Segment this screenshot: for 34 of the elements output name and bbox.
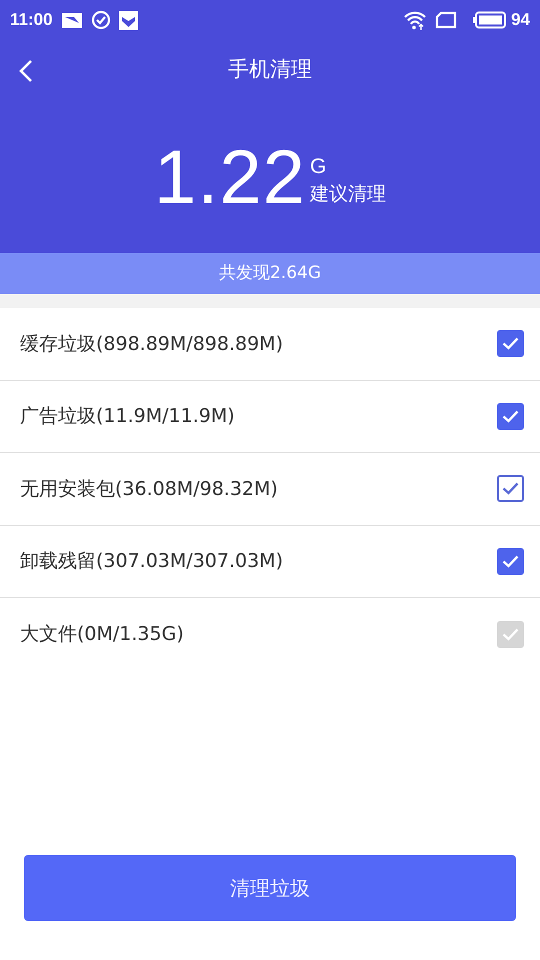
category-label: 大文件(0M/1.35G) (20, 622, 184, 647)
checkmark-icon (502, 482, 519, 496)
category-label: 缓存垃圾(898.89M/898.89M) (20, 332, 283, 356)
battery-icon (473, 11, 508, 29)
check-circle-icon (90, 10, 111, 30)
category-row[interactable]: 大文件(0M/1.35G) (0, 598, 540, 670)
category-row[interactable]: 卸载残留(307.03M/307.03M) (0, 526, 540, 598)
shield-icon (118, 10, 138, 30)
battery-level: 94 (511, 9, 530, 32)
category-label: 广告垃圾(11.9M/11.9M) (20, 404, 235, 429)
category-label: 无用安装包(36.08M/98.32M) (20, 476, 278, 502)
category-label: 卸载残留(307.03M/307.03M) (20, 549, 283, 574)
category-row[interactable]: 无用安装包(36.08M/98.32M) (0, 453, 540, 526)
checkmark-icon (502, 410, 519, 423)
back-icon[interactable] (18, 59, 34, 83)
category-row[interactable]: 缓存垃圾(898.89M/898.89M) (0, 308, 540, 380)
checkmark-icon (502, 337, 519, 350)
checkmark-icon (502, 554, 519, 568)
amount-unit: G (310, 156, 328, 177)
checkbox[interactable] (497, 330, 524, 358)
wifi-icon (403, 10, 428, 30)
checkbox[interactable] (497, 475, 524, 502)
amount-caption: 建议清理 (310, 185, 386, 204)
clean-button[interactable]: 清理垃圾 (24, 855, 516, 921)
status-time: 11:00 (10, 9, 53, 32)
found-total-text: 共发现2.64G (218, 262, 322, 285)
sim-card-icon (435, 11, 458, 29)
page-title: 手机清理 (228, 56, 312, 84)
picture-notification-icon (60, 11, 83, 29)
checkmark-icon (502, 628, 519, 641)
checkbox[interactable] (497, 548, 524, 575)
category-row[interactable]: 广告垃圾(11.9M/11.9M) (0, 380, 540, 453)
cleanable-amount: 1.22 (154, 140, 306, 216)
checkbox[interactable] (497, 402, 524, 430)
